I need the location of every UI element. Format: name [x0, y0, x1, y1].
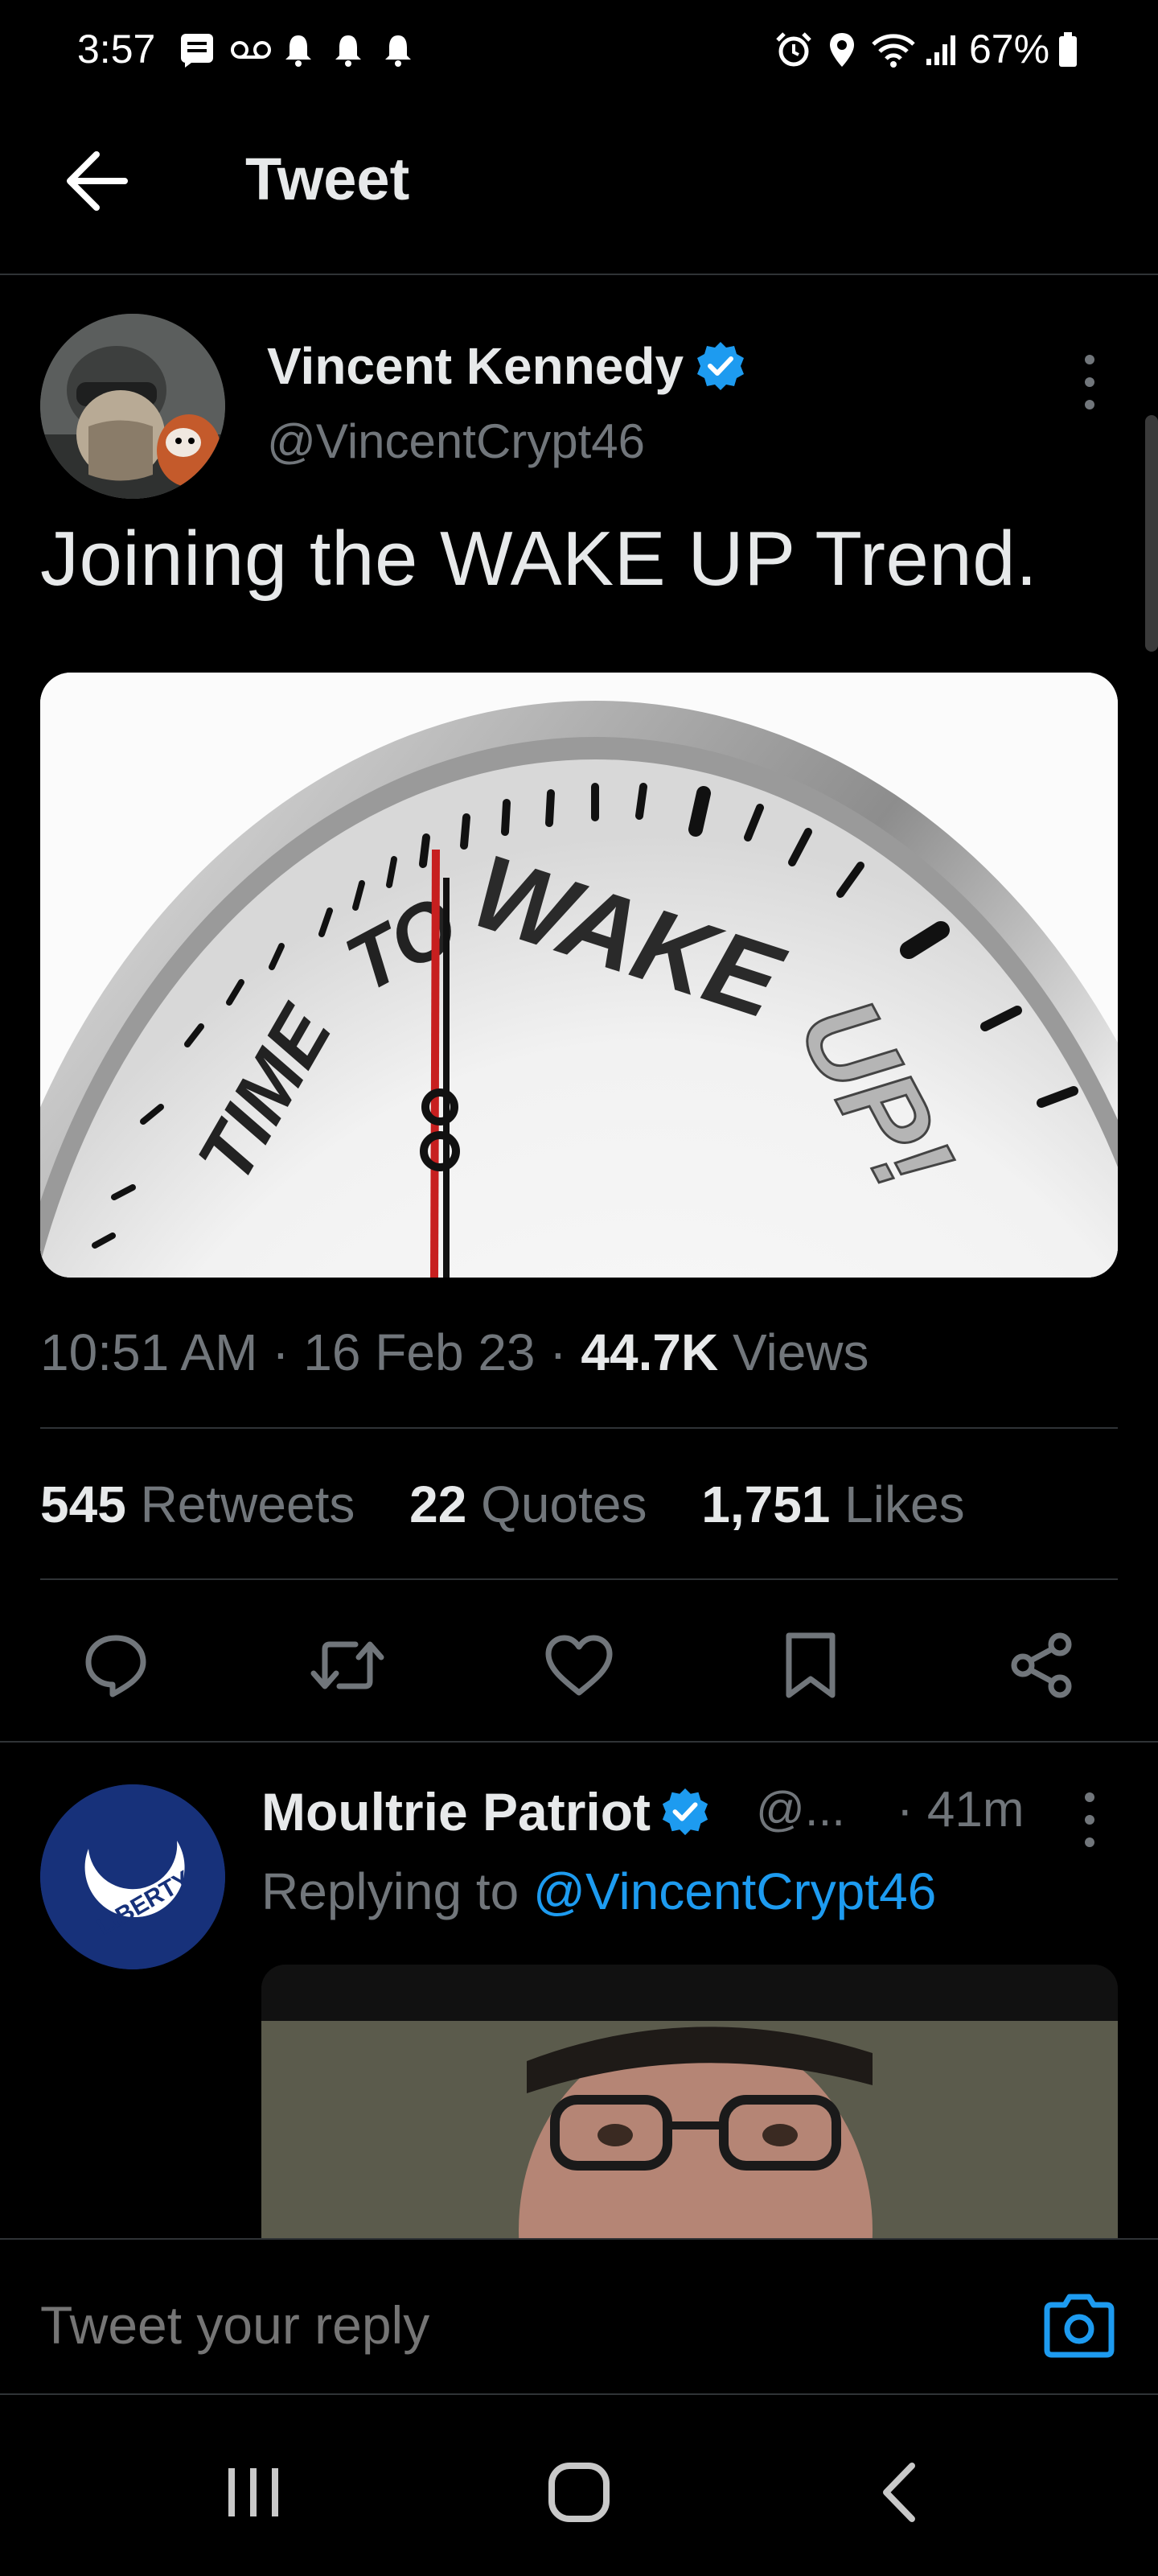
replying-to: Replying to @VincentCrypt46	[261, 1862, 936, 1921]
reply-display-name[interactable]: Moultrie Patriot	[261, 1781, 651, 1842]
retweets-label[interactable]: Retweets	[141, 1475, 355, 1533]
verified-badge-icon	[695, 340, 746, 392]
scrollbar[interactable]	[1145, 415, 1158, 652]
app-header	[0, 105, 1158, 275]
battery-icon	[1053, 29, 1082, 71]
divider	[40, 1578, 1118, 1580]
tweet-image[interactable]: TIME TO WAKE UP!	[40, 673, 1118, 1278]
author-avatar[interactable]	[40, 314, 225, 499]
retweet-icon[interactable]	[307, 1625, 388, 1706]
author-handle[interactable]: @VincentCrypt46	[267, 414, 645, 469]
reply-icon[interactable]	[76, 1625, 156, 1706]
divider	[40, 1427, 1118, 1429]
separator: ·	[549, 1323, 581, 1381]
author-display-name[interactable]: Vincent Kennedy	[267, 336, 684, 396]
reply-avatar[interactable]: LIBERTY	[40, 1784, 225, 1969]
bookmark-icon[interactable]	[770, 1625, 851, 1706]
location-icon	[823, 29, 860, 71]
wifi-icon	[868, 29, 918, 71]
camera-icon[interactable]	[1039, 2289, 1119, 2361]
signal-icon	[922, 29, 963, 71]
home-icon[interactable]	[539, 2458, 619, 2527]
likes-count[interactable]: 1,751	[701, 1475, 830, 1533]
battery-percent: 67%	[969, 27, 1050, 72]
voicemail-icon	[227, 29, 275, 71]
author-name[interactable]: Vincent Kennedy	[267, 336, 746, 396]
more-options-icon[interactable]	[1066, 342, 1114, 422]
reply-media[interactable]	[261, 1965, 1118, 2238]
back-arrow-icon[interactable]	[56, 145, 137, 217]
reply-author[interactable]: Moultrie Patriot	[261, 1781, 710, 1842]
tweet-actions	[0, 1601, 1158, 1722]
separator: ·	[272, 1323, 304, 1381]
reply-input[interactable]	[40, 2294, 965, 2356]
views-count[interactable]: 44.7K	[581, 1323, 718, 1381]
replying-to-link[interactable]: @VincentCrypt46	[533, 1862, 936, 1920]
more-options-icon[interactable]	[1066, 1780, 1114, 1860]
replying-prefix: Replying to	[261, 1862, 519, 1920]
message-icon	[175, 29, 219, 71]
likes-label[interactable]: Likes	[844, 1475, 964, 1533]
bell-icon	[380, 29, 417, 71]
bell-icon	[280, 29, 317, 71]
tweet-date: 16 Feb 23	[303, 1323, 536, 1381]
like-heart-icon[interactable]	[539, 1625, 619, 1706]
retweets-count[interactable]: 545	[40, 1475, 126, 1533]
tweet-meta: 10:51 AM · 16 Feb 23 · 44.7K Views	[40, 1323, 869, 1382]
quotes-label[interactable]: Quotes	[481, 1475, 647, 1533]
quotes-count[interactable]: 22	[409, 1475, 466, 1533]
reply-handle[interactable]: @...	[756, 1781, 845, 1837]
nav-back-icon[interactable]	[868, 2458, 933, 2527]
reply-time: · 41m	[897, 1782, 1025, 1837]
views-label[interactable]: Views	[733, 1323, 869, 1381]
page-title: Tweet	[245, 146, 410, 212]
recent-apps-icon[interactable]	[217, 2460, 290, 2525]
tweet-stats: 545 Retweets 22 Quotes 1,751 Likes	[40, 1475, 965, 1534]
status-time: 3:57	[77, 27, 156, 72]
bell-icon	[330, 29, 367, 71]
status-bar: 3:57 67%	[0, 0, 1158, 105]
tweet-time: 10:51 AM	[40, 1323, 258, 1381]
tweet-text: Joining the WAKE UP Trend.	[40, 516, 1038, 602]
verified-badge-icon	[662, 1788, 708, 1836]
divider	[0, 1741, 1158, 1743]
alarm-icon	[772, 29, 815, 71]
share-icon[interactable]	[1002, 1625, 1082, 1706]
